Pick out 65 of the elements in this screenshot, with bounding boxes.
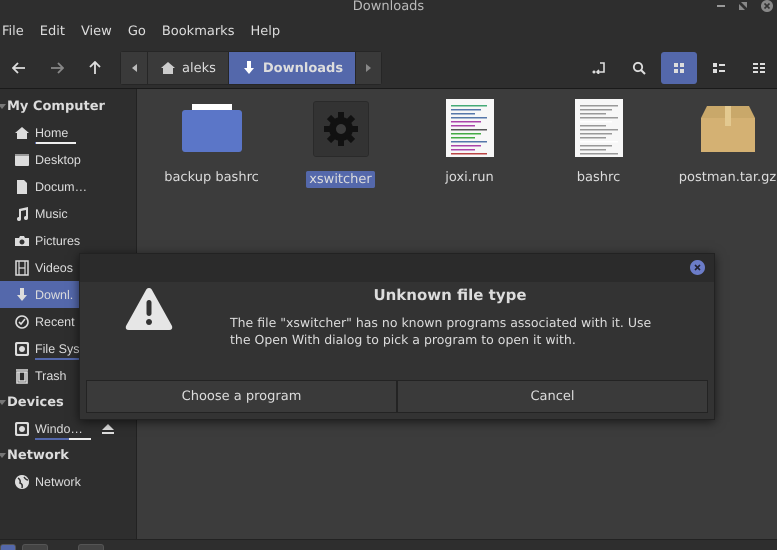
house-icon bbox=[14, 124, 30, 140]
document-thumbnail-icon bbox=[446, 99, 494, 157]
sidebar-item[interactable]: Videos bbox=[0, 254, 136, 281]
expander-icon[interactable] bbox=[0, 450, 7, 460]
file-name[interactable]: xswitcher bbox=[306, 171, 375, 188]
maximize-icon[interactable] bbox=[739, 2, 747, 10]
breadcrumb-button[interactable]: Downloads bbox=[228, 52, 356, 84]
drive-icon bbox=[14, 340, 30, 356]
dialog-title: Unknown file type bbox=[372, 286, 528, 304]
document-icon bbox=[14, 178, 30, 194]
file-name[interactable]: postman.tar.gz bbox=[676, 169, 777, 186]
trash-icon bbox=[14, 368, 30, 384]
drive-icon bbox=[14, 420, 30, 436]
section-header: My Computer bbox=[7, 98, 105, 114]
sidebar-item[interactable]: Docum… bbox=[0, 173, 136, 200]
down-arrow-icon bbox=[14, 286, 30, 302]
compact-view-icon bbox=[711, 60, 727, 76]
section-header: Network bbox=[7, 448, 69, 462]
search-icon bbox=[632, 61, 646, 75]
grid-view-icon bbox=[671, 60, 687, 76]
menu-item[interactable]: Help bbox=[242, 24, 288, 38]
list-view-icon bbox=[751, 60, 767, 76]
document-thumbnail-icon bbox=[574, 99, 622, 157]
sidebar-item[interactable]: Windo… bbox=[0, 415, 136, 442]
section-header: Devices bbox=[7, 394, 64, 410]
sidebar-item[interactable]: Network bbox=[0, 468, 136, 495]
globe-icon bbox=[14, 474, 30, 490]
folder-icon bbox=[180, 102, 244, 154]
right-arrow-icon bbox=[50, 62, 64, 74]
music-note-icon bbox=[14, 206, 30, 222]
up-arrow-icon bbox=[89, 61, 101, 75]
left-triangle-icon bbox=[132, 64, 136, 72]
menu-item[interactable]: View bbox=[72, 24, 120, 38]
expander-icon[interactable] bbox=[0, 397, 7, 407]
clock-icon bbox=[14, 314, 30, 330]
film-icon bbox=[14, 260, 30, 276]
desktop-icon bbox=[14, 152, 30, 168]
dialog-message: The file "xswitcher" has no known programs associated with it. Use the Open With dialog to pick a program to open it with. bbox=[230, 314, 652, 348]
return-arrow-icon bbox=[592, 62, 606, 74]
statusbar-button[interactable] bbox=[0, 544, 16, 550]
close-icon bbox=[694, 264, 701, 271]
warning-icon bbox=[124, 286, 174, 332]
expander-icon[interactable] bbox=[0, 101, 7, 111]
menu-item[interactable]: Edit bbox=[32, 24, 73, 38]
sidebar-item[interactable]: Music bbox=[0, 200, 136, 227]
dialog-button[interactable]: Choose a program bbox=[86, 380, 397, 413]
menu-item[interactable]: File bbox=[0, 24, 32, 38]
scroll-right-button[interactable] bbox=[355, 52, 382, 84]
file-name[interactable]: bashrc bbox=[574, 169, 624, 186]
menu-item[interactable]: Go bbox=[120, 24, 154, 38]
dialog-button[interactable]: Cancel bbox=[397, 380, 708, 413]
file-name[interactable]: backup bashrc bbox=[161, 169, 262, 186]
close-button[interactable] bbox=[690, 260, 705, 275]
window-title: Downloads bbox=[352, 0, 424, 14]
sidebar-item[interactable]: Desktop bbox=[0, 146, 136, 173]
house-icon bbox=[160, 60, 176, 76]
sidebar-item[interactable]: Recent bbox=[0, 308, 136, 335]
left-arrow-icon bbox=[12, 62, 26, 74]
sidebar-item[interactable]: Pictures bbox=[0, 227, 136, 254]
menu-item[interactable]: Bookmarks bbox=[154, 24, 242, 38]
right-triangle-icon bbox=[366, 64, 372, 72]
sidebar-item[interactable]: Home bbox=[0, 119, 136, 146]
eject-icon[interactable] bbox=[102, 424, 114, 434]
file-name[interactable]: joxi.run bbox=[442, 169, 497, 186]
close-icon[interactable] bbox=[761, 0, 773, 12]
